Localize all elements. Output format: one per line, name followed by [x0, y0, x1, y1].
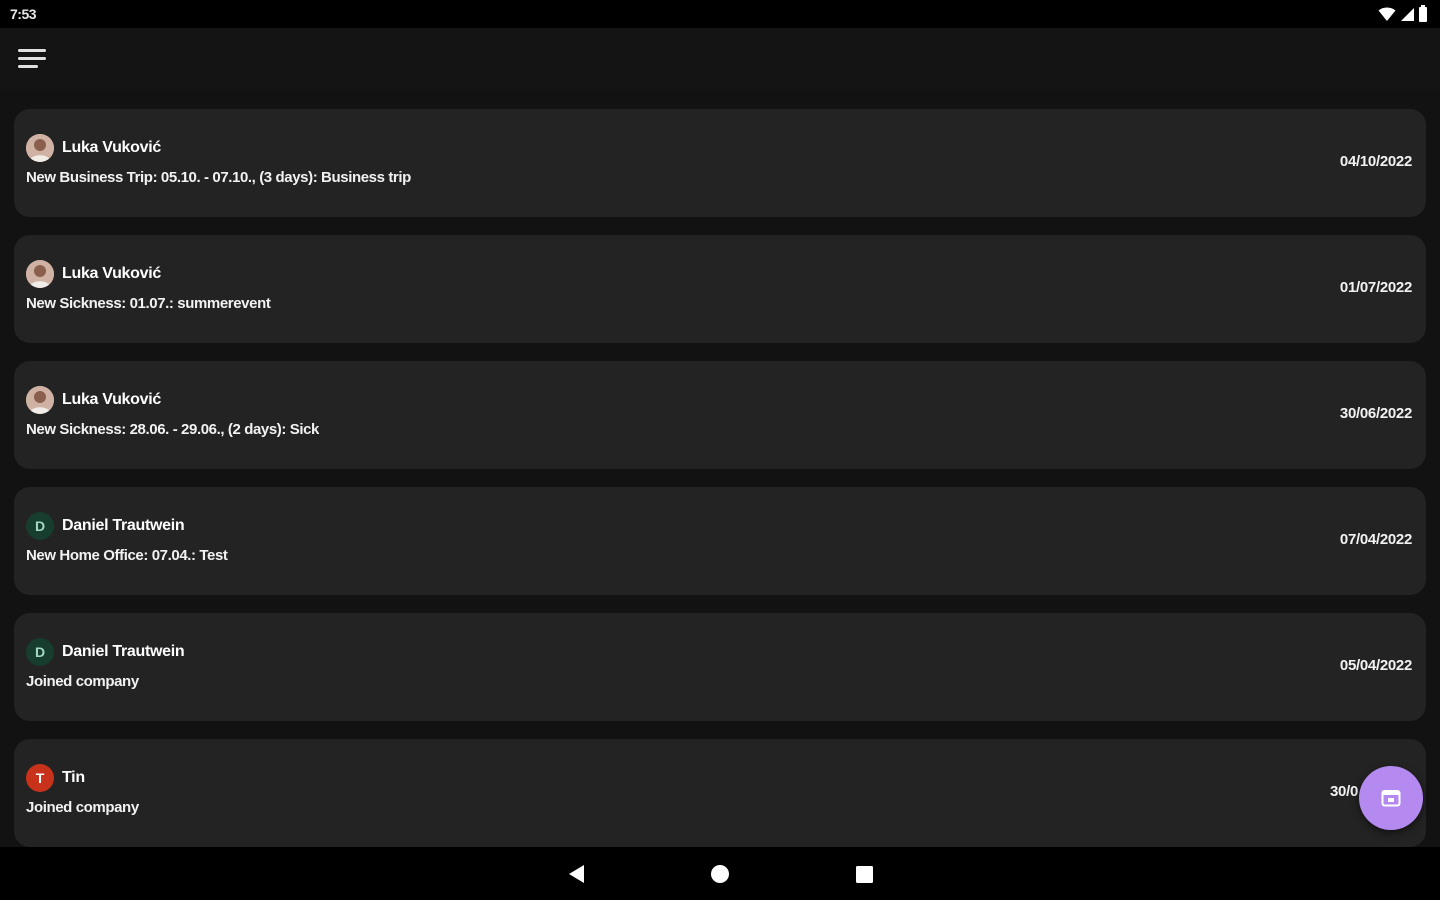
back-button[interactable] [563, 861, 589, 887]
home-button[interactable] [707, 861, 733, 887]
avatar: T [26, 764, 54, 792]
user-photo-icon [26, 386, 54, 414]
wifi-icon [1378, 7, 1396, 21]
avatar: D [26, 638, 54, 666]
feed-item-header: T Tin [26, 764, 85, 792]
avatar [26, 386, 54, 414]
feed-item-text: Joined company [26, 673, 139, 690]
feed-item-date: 01/07/2022 [1339, 279, 1412, 296]
feed-item-text: Joined company [26, 799, 139, 816]
feed-item-text: New Home Office: 07.04.: Test [26, 547, 228, 564]
recents-button[interactable] [851, 861, 877, 887]
feed-item-header: Luka Vuković [26, 386, 161, 414]
battery-icon [1419, 5, 1427, 22]
feed-item-name: Tin [62, 769, 85, 786]
menu-icon [18, 49, 46, 68]
feed-item-header: D Daniel Trautwein [26, 512, 185, 540]
status-icons [1378, 5, 1428, 22]
signal-icon [1401, 7, 1414, 21]
feed-item[interactable]: D Daniel Trautwein New Home Office: 07.0… [14, 487, 1426, 595]
feed-item-date: 04/10/2022 [1339, 153, 1412, 170]
feed-item-header: Luka Vuković [26, 260, 161, 288]
feed-item[interactable]: T Tin Joined company 30/0 [14, 739, 1426, 847]
status-time: 7:53 [10, 6, 37, 22]
feed-item-name: Luka Vuković [62, 265, 161, 282]
feed-item-name: Luka Vuković [62, 139, 161, 156]
avatar [26, 134, 54, 162]
feed-item-header: Luka Vuković [26, 134, 161, 162]
avatar [26, 260, 54, 288]
feed-item-date: 05/04/2022 [1339, 657, 1412, 674]
app-bar [0, 28, 1440, 90]
menu-button[interactable] [14, 44, 50, 74]
feed-item-date: 07/04/2022 [1339, 531, 1412, 548]
feed-item-date: 30/06/2022 [1339, 405, 1412, 422]
system-nav-bar [0, 847, 1440, 900]
home-icon [711, 865, 729, 883]
avatar: D [26, 512, 54, 540]
calendar-icon [1381, 790, 1401, 807]
recents-icon [856, 866, 873, 883]
feed-item-name: Daniel Trautwein [62, 643, 185, 660]
status-bar: 7:53 [0, 0, 1440, 28]
calendar-fab-button[interactable] [1359, 766, 1423, 830]
feed-item-header: D Daniel Trautwein [26, 638, 185, 666]
feed-item-date: 30/0 [1330, 783, 1358, 800]
feed-item-name: Luka Vuković [62, 391, 161, 408]
user-photo-icon [26, 134, 54, 162]
feed-item-text: New Sickness: 28.06. - 29.06., (2 days):… [26, 421, 320, 438]
feed-item[interactable]: Luka Vuković New Business Trip: 05.10. -… [14, 109, 1426, 217]
feed-item[interactable]: D Daniel Trautwein Joined company 05/04/… [14, 613, 1426, 721]
feed-item-name: Daniel Trautwein [62, 517, 185, 534]
feed-item[interactable]: Luka Vuković New Sickness: 28.06. - 29.0… [14, 361, 1426, 469]
back-icon [569, 865, 584, 883]
activity-feed: Luka Vuković New Business Trip: 05.10. -… [14, 109, 1426, 865]
user-photo-icon [26, 260, 54, 288]
feed-item-text: New Sickness: 01.07.: summerevent [26, 295, 271, 312]
feed-item-text: New Business Trip: 05.10. - 07.10., (3 d… [26, 169, 411, 186]
feed-item[interactable]: Luka Vuković New Sickness: 01.07.: summe… [14, 235, 1426, 343]
